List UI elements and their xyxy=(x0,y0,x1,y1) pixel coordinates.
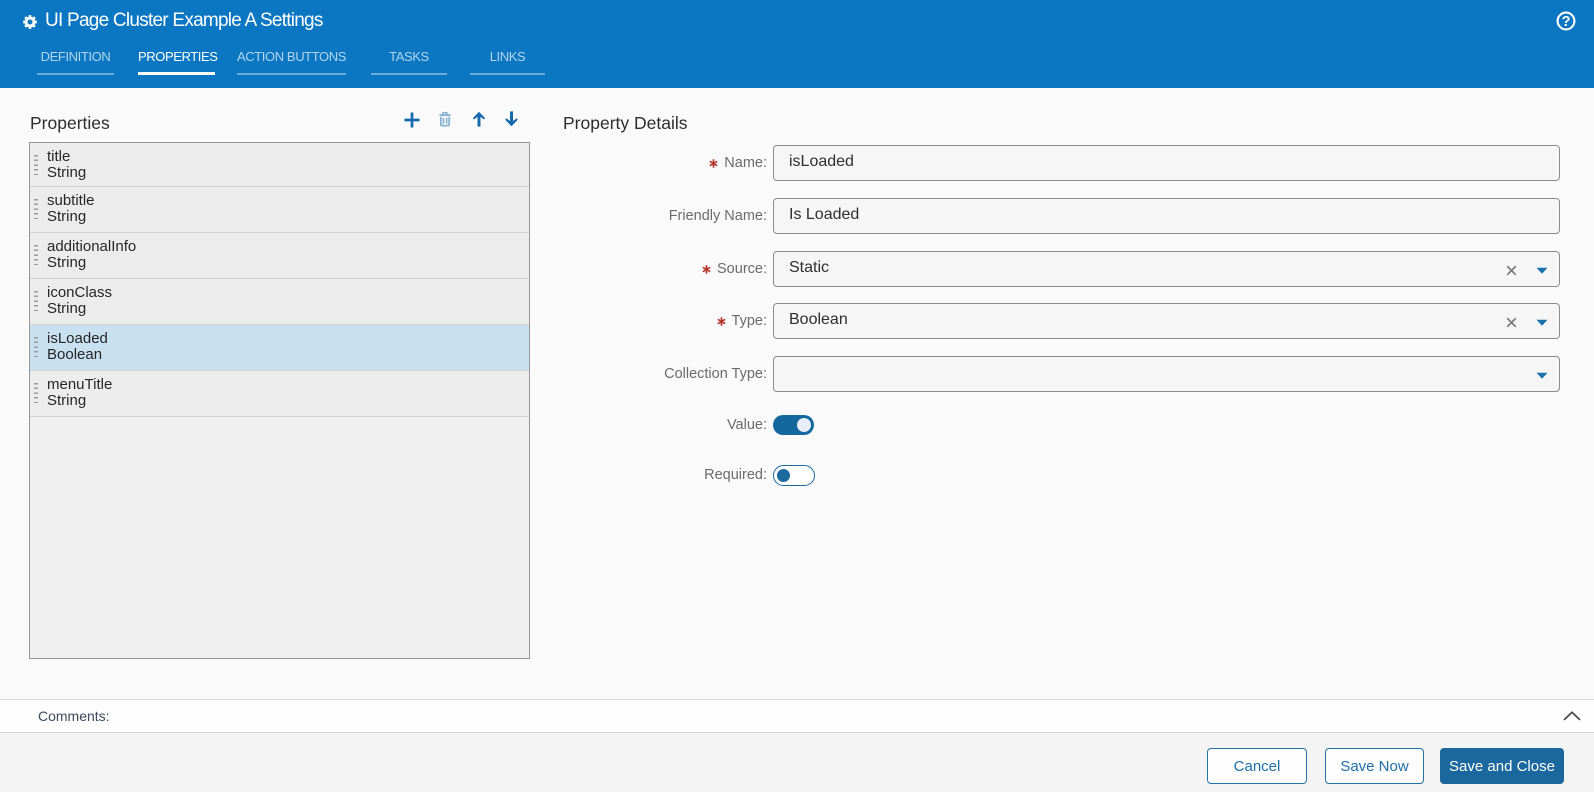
svg-text:?: ? xyxy=(1562,14,1571,30)
